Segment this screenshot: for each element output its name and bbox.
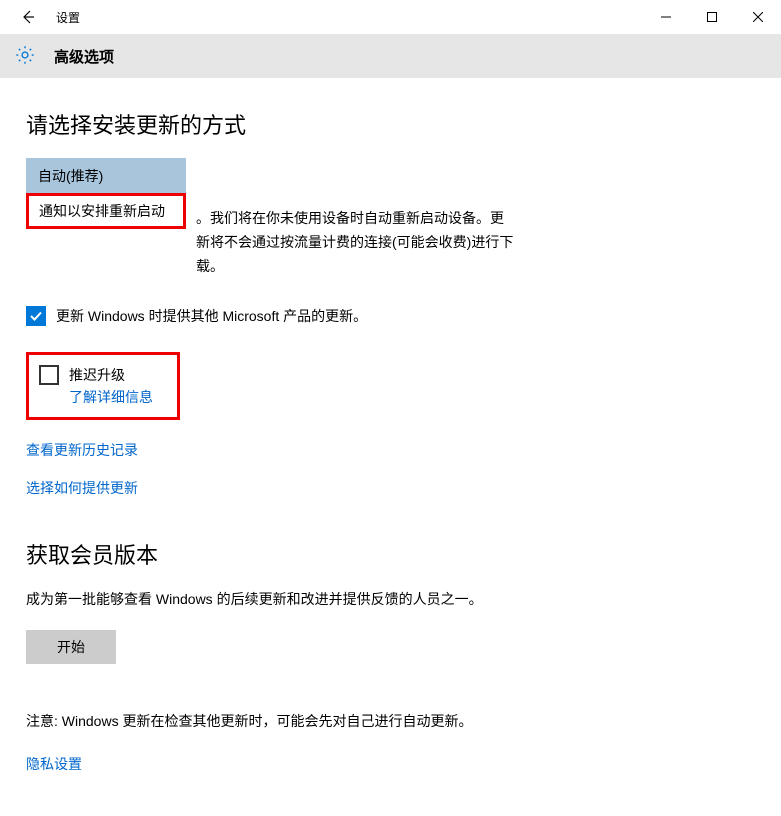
learn-more-link[interactable]: 了解详细信息 — [69, 387, 153, 407]
dropdown-option-auto[interactable]: 自动(推荐) — [26, 158, 186, 194]
dropdown-option-label: 自动(推荐) — [38, 166, 103, 186]
defer-label: 推迟升级 — [69, 365, 153, 385]
gear-icon — [14, 44, 36, 69]
close-button[interactable] — [735, 0, 781, 34]
check-icon — [29, 309, 43, 323]
update-note: 注意: Windows 更新在检查其他更新时，可能会先对自己进行自动更新。 — [26, 710, 516, 734]
window-title: 设置 — [56, 9, 80, 26]
dropdown-option-label: 通知以安排重新启动 — [39, 201, 165, 221]
checkbox-row-ms-products: 更新 Windows 时提供其他 Microsoft 产品的更新。 — [26, 306, 755, 326]
insider-start-button[interactable]: 开始 — [26, 630, 116, 664]
dropdown-option-notify[interactable]: 通知以安排重新启动 — [26, 193, 186, 229]
button-label: 开始 — [57, 637, 85, 657]
page-heading: 请选择安装更新的方式 — [26, 108, 755, 140]
view-update-history-link[interactable]: 查看更新历史记录 — [26, 440, 138, 460]
content-area: 请选择安装更新的方式 自动(推荐) 通知以安排重新启动 。我们将在你未使用设备时… — [0, 78, 781, 794]
header-bar: 高级选项 — [0, 34, 781, 78]
maximize-button[interactable] — [689, 0, 735, 34]
window-controls — [643, 0, 781, 34]
insider-description: 成为第一批能够查看 Windows 的后续更新和改进并提供反馈的人员之一。 — [26, 588, 516, 612]
minimize-icon — [661, 12, 671, 22]
header-title: 高级选项 — [54, 46, 114, 67]
checkbox-defer-upgrade[interactable] — [39, 365, 59, 385]
checkbox-ms-products[interactable] — [26, 306, 46, 326]
minimize-button[interactable] — [643, 0, 689, 34]
back-button[interactable] — [8, 0, 48, 34]
defer-upgrade-highlight: 推迟升级 了解详细信息 — [26, 352, 180, 420]
update-mode-dropdown[interactable]: 自动(推荐) 通知以安排重新启动 — [26, 158, 186, 229]
back-arrow-icon — [20, 9, 36, 25]
privacy-settings-link[interactable]: 隐私设置 — [26, 754, 82, 774]
titlebar: 设置 — [0, 0, 781, 34]
insider-heading: 获取会员版本 — [26, 538, 755, 570]
checkbox-label: 更新 Windows 时提供其他 Microsoft 产品的更新。 — [56, 306, 367, 326]
maximize-icon — [707, 12, 717, 22]
choose-delivery-link[interactable]: 选择如何提供更新 — [26, 478, 138, 498]
close-icon — [753, 12, 763, 22]
